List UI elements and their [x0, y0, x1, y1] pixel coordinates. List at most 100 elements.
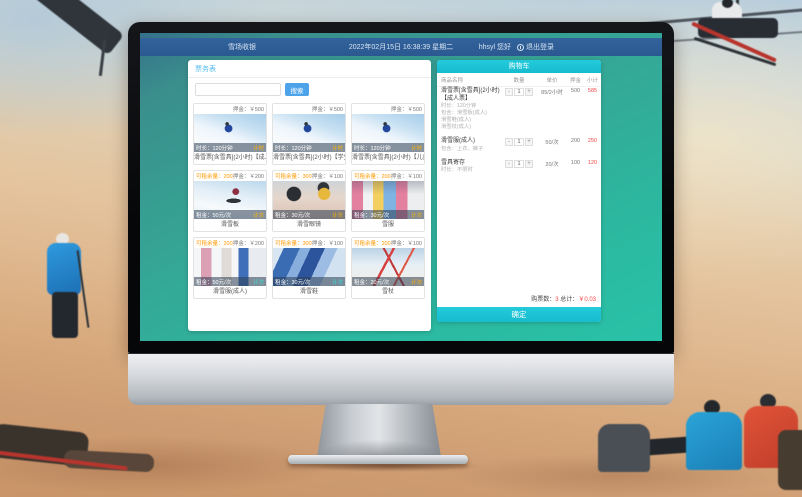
qty-value: 1 — [514, 138, 524, 146]
qty-minus-button[interactable]: - — [505, 160, 513, 168]
col-deposit: 押金 — [567, 76, 584, 84]
product-card-top: 押金：￥500 — [352, 104, 424, 114]
product-card[interactable]: 可租余量：200 押金：￥100 租金：20元/次 计次 雪杖 — [351, 237, 425, 299]
stock-label: 可租余量：200 — [196, 172, 233, 180]
product-image: 租金：30元/次 计次 — [273, 248, 345, 286]
chairlift-seat — [698, 18, 778, 38]
logout-label: 退出登录 — [526, 42, 554, 52]
quantity-stepper: - 1 + — [501, 138, 537, 146]
deposit-label: 押金：￥200 — [233, 172, 264, 180]
product-card[interactable]: 可租余量：300 押金：￥100 租金：30元/次 计次 滑雪眼镜 — [272, 170, 346, 232]
monitor-stand — [317, 404, 441, 457]
monitor-chin — [128, 353, 674, 405]
cart-item-name: 滑雪票[含雪具](2小时)【成人票】 — [441, 88, 501, 103]
datetime-display: 2022年02月15日 16:38:39 星期二 — [140, 42, 662, 52]
qty-plus-button[interactable]: + — [525, 88, 533, 96]
deposit-label: 押金：￥500 — [233, 105, 264, 113]
product-name: 滑雪服(成人) — [194, 286, 266, 298]
app-topbar: 雪场收银 2022年02月15日 16:38:39 星期二 hhsyl 您好 退… — [140, 38, 662, 56]
cart-row: 雪具寄存 时长：不限时 - 1 + 20/次 100 120 — [437, 156, 601, 178]
billing-tag: 计时 — [253, 144, 264, 152]
cart-item-subtotal: 585 — [584, 88, 601, 94]
confirm-button[interactable]: 确定 — [437, 307, 601, 322]
search-button[interactable]: 搜索 — [285, 83, 309, 96]
billing-tag: 计次 — [411, 211, 422, 219]
cart-title: 购物车 — [437, 60, 601, 73]
qty-value: 1 — [514, 160, 524, 168]
cart-item-info: 滑雪票[含雪具](2小时)【成人票】 时长：120分钟包含：滑雪板(成人)滑雪鞋… — [441, 88, 501, 131]
cart-item-subtotal: 120 — [584, 160, 601, 166]
product-card[interactable]: 押金：￥500 时长：120分钟 计时 滑雪票[含雪具](2小时)【学生票】 — [272, 103, 346, 165]
cart-item-details: 时长：120分钟包含：滑雪板(成人)滑雪鞋(成人)滑雪杖(成人) — [441, 103, 501, 131]
billing-tag: 计次 — [253, 278, 264, 286]
catalog-panel: 票务表 搜索 押金：￥500 时长：120分钟 计时 — [188, 60, 431, 331]
product-overlay: 租金：30元/次 计次 — [352, 210, 424, 219]
product-name: 滑雪票[含雪具](2小时)【学生票】 — [273, 152, 345, 164]
rate-label: 时长：120分钟 — [354, 144, 391, 152]
rate-label: 租金：50元/次 — [196, 278, 231, 286]
product-card-top: 可租余量：300 押金：￥100 — [273, 171, 345, 181]
search-input[interactable] — [195, 83, 281, 96]
cart-item-detail: 滑雪杖(成人) — [441, 124, 501, 131]
product-card[interactable]: 押金：￥500 时长：120分钟 计时 滑雪票[含雪具](2小时)【成人票】 — [193, 103, 267, 165]
product-grid: 押金：￥500 时长：120分钟 计时 滑雪票[含雪具](2小时)【成人票】 — [188, 99, 431, 303]
qty-plus-button[interactable]: + — [525, 138, 533, 146]
cart-item-details: 时长：不限时 — [441, 167, 501, 174]
qty-value: 1 — [514, 88, 524, 96]
sitting-person-blue — [686, 412, 742, 470]
qty-minus-button[interactable]: - — [505, 88, 513, 96]
cart-rows: 滑雪票[含雪具](2小时)【成人票】 时长：120分钟包含：滑雪板(成人)滑雪鞋… — [437, 84, 601, 288]
cart-item-name: 雪具寄存 — [441, 160, 501, 168]
product-image: 时长：120分钟 计时 — [273, 114, 345, 152]
product-card[interactable]: 可租余量：200 押金：￥200 租金：50元/次 计次 滑雪板 — [193, 170, 267, 232]
cart-item-details: 包含：上衣、裤子 — [441, 146, 501, 153]
product-card[interactable]: 可租余量：200 押金：￥100 租金：30元/次 计次 雪服 — [351, 170, 425, 232]
product-image: 租金：20元/次 计次 — [352, 248, 424, 286]
product-card-top: 押金：￥500 — [273, 104, 345, 114]
qty-minus-button[interactable]: - — [505, 138, 513, 146]
product-image: 时长：120分钟 计时 — [352, 114, 424, 152]
rate-label: 时长：120分钟 — [196, 144, 233, 152]
billing-tag: 计次 — [411, 278, 422, 286]
product-card[interactable]: 可租余量：300 押金：￥100 租金：30元/次 计次 滑雪鞋 — [272, 237, 346, 299]
product-name: 滑雪票[含雪具](2小时)【成人票】 — [194, 152, 266, 164]
stock-label: 可租余量：200 — [196, 239, 233, 247]
billing-tag: 计次 — [253, 211, 264, 219]
product-card[interactable]: 押金：￥500 时长：120分钟 计时 滑雪票[含雪具](2小时)【儿童票】 — [351, 103, 425, 165]
rate-label: 租金：30元/次 — [275, 278, 310, 286]
deposit-label: 押金：￥200 — [233, 239, 264, 247]
col-name: 商品名称 — [441, 76, 501, 84]
monitor-base — [288, 455, 468, 464]
cart-item-price: 85/2小时 — [537, 88, 567, 96]
cart-panel: 购物车 商品名称 数量 单价 押金 小计 滑雪票[含雪具](2小时)【成人票】 … — [437, 60, 601, 322]
qty-plus-button[interactable]: + — [525, 160, 533, 168]
product-card[interactable]: 可租余量：200 押金：￥200 租金：50元/次 计次 滑雪服(成人) — [193, 237, 267, 299]
deposit-label: 押金：￥500 — [391, 105, 422, 113]
logout-button[interactable]: 退出登录 — [517, 42, 554, 52]
skier-pants — [52, 292, 78, 338]
rate-label: 租金：30元/次 — [354, 211, 389, 219]
billing-tag: 计次 — [332, 278, 343, 286]
rate-label: 租金：50元/次 — [196, 211, 231, 219]
user-greeting: hhsyl 您好 — [479, 42, 511, 52]
ski-resort-scene: 雪场收银 2022年02月15日 16:38:39 星期二 hhsyl 您好 退… — [0, 0, 802, 497]
product-overlay: 租金：30元/次 计次 — [273, 277, 345, 286]
stock-label: 可租余量：300 — [275, 239, 312, 247]
deposit-label: 押金：￥100 — [312, 239, 343, 247]
total-amount: ￥0.03 — [578, 297, 596, 303]
stock-label: 可租余量：200 — [354, 172, 391, 180]
cart-item-price: 50/次 — [537, 138, 567, 146]
product-name: 滑雪板 — [194, 219, 266, 231]
product-overlay: 时长：120分钟 计时 — [273, 143, 345, 152]
cart-row: 滑雪服(成人) 包含：上衣、裤子 - 1 + 50/次 200 250 — [437, 134, 601, 156]
product-image: 租金：30元/次 计次 — [273, 181, 345, 219]
product-name: 滑雪票[含雪具](2小时)【儿童票】 — [352, 152, 424, 164]
product-image: 租金：50元/次 计次 — [194, 248, 266, 286]
ticket-count: 3 — [555, 297, 558, 303]
screen: 雪场收银 2022年02月15日 16:38:39 星期二 hhsyl 您好 退… — [140, 33, 662, 341]
logout-icon — [517, 44, 524, 51]
product-overlay: 时长：120分钟 计时 — [194, 143, 266, 152]
deposit-label: 押金：￥500 — [312, 105, 343, 113]
billing-tag: 计时 — [332, 144, 343, 152]
total-label: 总计： — [560, 297, 578, 303]
